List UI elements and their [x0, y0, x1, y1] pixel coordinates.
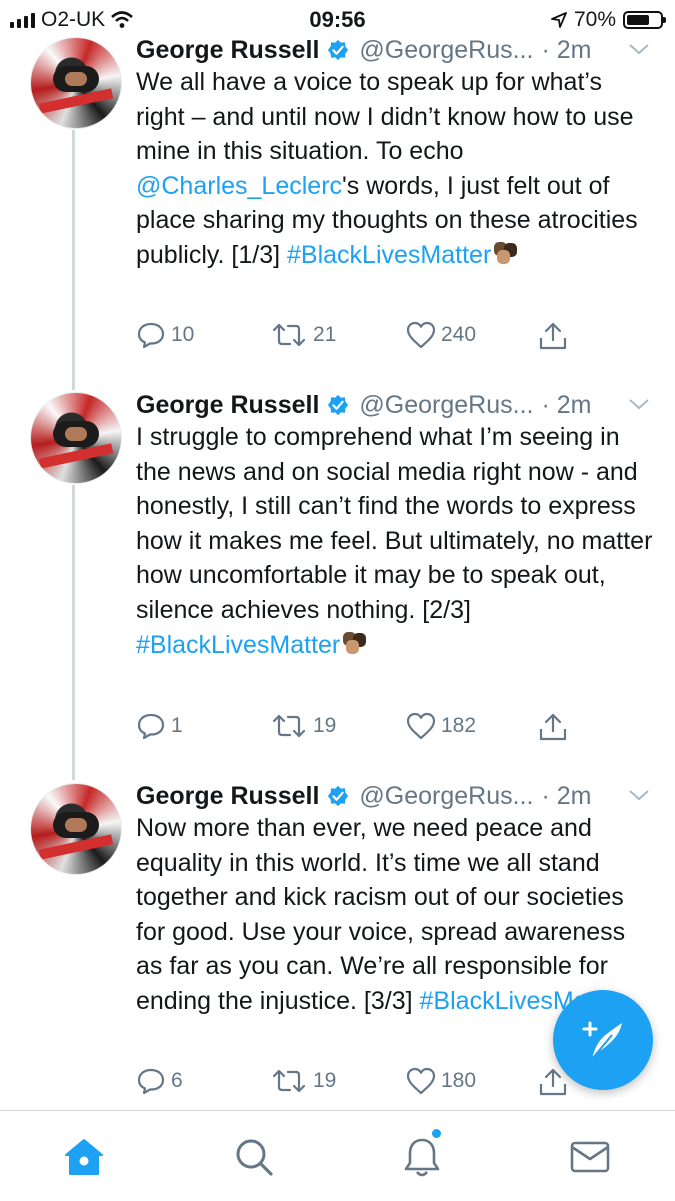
battery-icon	[623, 11, 666, 29]
tweet-text-part: Now more than ever, we need peace and eq…	[136, 814, 626, 1015]
tweet-header: George Russell @GeorgeRus... · 2m	[136, 779, 651, 813]
heart-icon	[406, 1067, 436, 1095]
reply-count: 10	[171, 323, 195, 346]
like-button[interactable]: 180	[406, 1067, 476, 1095]
avatar[interactable]	[30, 392, 122, 484]
avatar[interactable]	[30, 37, 122, 129]
reply-icon	[137, 713, 165, 740]
bell-icon	[404, 1138, 440, 1177]
like-button[interactable]: 240	[406, 321, 476, 349]
tweet-text: Now more than ever, we need peace and eq…	[136, 811, 651, 1019]
heart-icon	[406, 712, 436, 740]
share-icon	[539, 322, 567, 350]
reply-button[interactable]: 1	[136, 712, 183, 740]
bottom-nav	[0, 1110, 675, 1201]
tweet-text: We all have a voice to speak up for what…	[136, 65, 656, 273]
reply-icon	[137, 1068, 165, 1095]
nav-search[interactable]	[232, 1135, 276, 1179]
author-name[interactable]: George Russell	[136, 36, 319, 65]
nav-messages[interactable]	[568, 1135, 612, 1179]
tweet-text-part: I struggle to comprehend what I’m seeing…	[136, 423, 653, 624]
author-handle[interactable]: @GeorgeRus...	[359, 782, 533, 811]
retweet-button[interactable]: 19	[270, 1067, 336, 1095]
retweet-icon	[272, 1069, 306, 1093]
verified-badge-icon	[328, 785, 349, 807]
retweet-button[interactable]: 21	[270, 321, 336, 349]
tweet-actions: 1 19 182	[136, 712, 596, 746]
tweet-header: George Russell @GeorgeRus... · 2m	[136, 33, 651, 67]
share-icon	[539, 713, 567, 741]
reply-icon	[137, 322, 165, 349]
tweet-actions: 6 19 180	[136, 1067, 596, 1101]
retweet-icon	[272, 323, 306, 347]
author-handle[interactable]: @GeorgeRus...	[359, 36, 533, 65]
reply-count: 1	[171, 714, 183, 737]
tweet-header: George Russell @GeorgeRus... · 2m	[136, 388, 651, 422]
chevron-down-icon[interactable]	[627, 785, 651, 805]
retweet-icon	[272, 714, 306, 738]
author-name[interactable]: George Russell	[136, 391, 319, 420]
tweet-1[interactable]: George Russell @GeorgeRus... · 2m We all…	[0, 33, 675, 373]
like-count: 240	[441, 323, 477, 346]
status-right: 70%	[551, 8, 666, 32]
tweet-actions: 10 21 240	[136, 321, 596, 355]
chevron-down-icon[interactable]	[627, 39, 651, 59]
like-count: 180	[441, 1069, 477, 1092]
reply-count: 6	[171, 1069, 183, 1092]
retweet-button[interactable]: 19	[270, 712, 336, 740]
like-button[interactable]: 182	[406, 712, 476, 740]
battery-percent: 70%	[573, 8, 616, 31]
verified-badge-icon	[328, 39, 349, 61]
author-name[interactable]: George Russell	[136, 782, 319, 811]
tweet-text-part: We all have a voice to speak up for what…	[136, 68, 634, 166]
search-icon	[236, 1139, 273, 1176]
share-button[interactable]	[538, 712, 568, 742]
nav-notifications[interactable]	[400, 1129, 444, 1179]
tweet-time: · 2m	[541, 35, 592, 64]
home-icon	[65, 1139, 103, 1175]
notification-dot	[432, 1129, 441, 1138]
nav-home[interactable]	[62, 1135, 106, 1179]
reply-button[interactable]: 10	[136, 321, 194, 349]
like-count: 182	[441, 714, 477, 737]
location-arrow-icon	[551, 12, 567, 28]
share-button[interactable]	[538, 321, 568, 351]
retweet-count: 19	[313, 714, 337, 737]
verified-badge-icon	[328, 394, 349, 416]
tweet-text: I struggle to comprehend what I’m seeing…	[136, 420, 656, 662]
tweet-time: · 2m	[541, 781, 592, 810]
chevron-down-icon[interactable]	[627, 394, 651, 414]
heart-icon	[406, 321, 436, 349]
retweet-count: 19	[313, 1069, 337, 1092]
mail-icon	[570, 1141, 610, 1173]
tweet-2[interactable]: George Russell @GeorgeRus... · 2m I stru…	[0, 388, 675, 768]
raised-fist-emoji-icon	[494, 241, 518, 264]
compose-tweet-icon	[582, 1021, 622, 1060]
raised-fist-emoji-icon	[343, 631, 367, 654]
tweet-time: · 2m	[541, 390, 592, 419]
retweet-count: 21	[313, 323, 337, 346]
compose-tweet-button[interactable]	[553, 990, 653, 1090]
author-handle[interactable]: @GeorgeRus...	[359, 391, 533, 420]
hashtag-link[interactable]: #BlackLivesMatter	[287, 241, 491, 269]
avatar[interactable]	[30, 783, 122, 875]
mention-link[interactable]: @Charles_Leclerc	[136, 172, 342, 200]
hashtag-link[interactable]: #BlackLivesMatter	[136, 631, 340, 659]
reply-button[interactable]: 6	[136, 1067, 183, 1095]
